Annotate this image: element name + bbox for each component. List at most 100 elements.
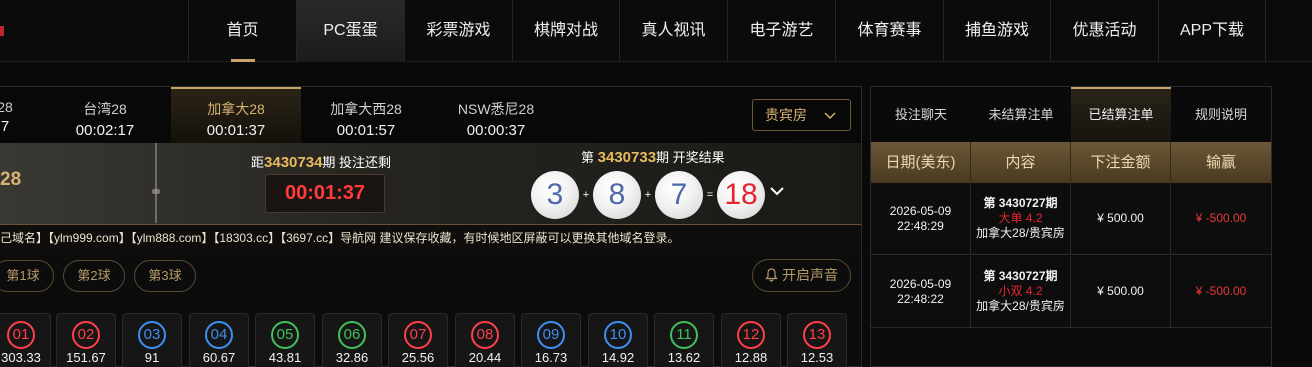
nav-chess[interactable]: 棋牌对战 — [512, 0, 619, 62]
cell-content: 第 3430727期 大单 4.2 加拿大28/贵宾房 — [971, 183, 1071, 254]
result-suffix: 期 开奖结果 — [656, 150, 725, 165]
number-ball: 11 — [670, 321, 698, 349]
cn-tower-icon — [150, 143, 162, 223]
room-select[interactable]: 贵宾房 — [752, 99, 851, 131]
number-ball: 05 — [271, 321, 299, 349]
cell-date: 2026-05-09 22:48:22 — [871, 256, 971, 327]
number-cell[interactable]: 02 151.67 — [56, 313, 116, 367]
number-ball: 06 — [338, 321, 366, 349]
main-nav: 首页 PC蛋蛋 彩票游戏 棋牌对战 真人视讯 电子游艺 体育赛事 捕鱼游戏 优惠… — [188, 0, 1266, 62]
ball-tab-3[interactable]: 第3球 — [134, 260, 196, 292]
number-cell[interactable]: 12 12.88 — [721, 313, 781, 367]
cell-amount: ¥ 500.00 — [1071, 183, 1171, 254]
result-prefix: 第 — [581, 150, 595, 165]
number-odds: 91 — [144, 350, 160, 365]
number-cell[interactable]: 01 303.33 — [0, 313, 51, 367]
lottery-tab-time: 00:01:37 — [206, 122, 266, 139]
plus-operator: + — [582, 189, 590, 201]
number-cell[interactable]: 06 32.86 — [322, 313, 382, 367]
nav-slots[interactable]: 电子游艺 — [727, 0, 835, 62]
room-select-value: 贵宾房 — [765, 107, 807, 123]
lottery-tab-prev[interactable]: 28 7 — [0, 87, 20, 143]
number-cell[interactable]: 03 91 — [122, 313, 182, 367]
number-cell[interactable]: 07 25.56 — [388, 313, 448, 367]
number-ball: 12 — [737, 321, 765, 349]
lottery-tab-name: 加拿大28 — [207, 101, 265, 117]
number-cell[interactable]: 05 43.81 — [255, 313, 315, 367]
nav-app-download[interactable]: APP下载 — [1158, 0, 1266, 62]
number-odds: 12.88 — [734, 350, 768, 365]
lottery-tab-taiwan28[interactable]: 台湾28 00:02:17 — [40, 87, 170, 143]
table-header: 日期(美东) 内容 下注金额 输赢 — [871, 142, 1271, 183]
countdown-prefix: 距 — [251, 155, 265, 170]
lottery-tab-time: 00:01:57 — [336, 122, 396, 139]
number-ball: 10 — [604, 321, 632, 349]
time-text: 22:48:29 — [897, 218, 944, 233]
result-ball: 8 — [593, 171, 641, 219]
tab-rules[interactable]: 规则说明 — [1171, 87, 1271, 142]
lottery-tab-nsw-sydney28[interactable]: NSW悉尼28 00:00:37 — [431, 87, 561, 143]
sound-toggle-button[interactable]: 开启声音 — [752, 259, 851, 292]
number-cell[interactable]: 08 20.44 — [455, 313, 515, 367]
number-odds: 32.86 — [335, 350, 369, 365]
number-ball: 13 — [803, 321, 831, 349]
draw-panel: 28 距3430734期 投注还剩 00:01:37 第 3430733期 开奖… — [0, 143, 861, 225]
room-text: 加拿大28/贵宾房 — [976, 226, 1065, 240]
countdown-label: 距3430734期 投注还剩 — [251, 152, 391, 171]
lottery-tab-canada-west28[interactable]: 加拿大西28 00:01:57 — [301, 87, 431, 143]
column-header-result: 输赢 — [1205, 154, 1236, 171]
ball-tab-2[interactable]: 第2球 — [63, 260, 125, 292]
betting-panel: 28 7 台湾28 00:02:17 加拿大28 00:01:37 加拿大西28… — [0, 86, 862, 367]
current-lottery-name: 28 — [0, 169, 22, 190]
records-tabs: 投注聊天 未结算注单 已结算注单 规则说明 — [871, 87, 1271, 142]
bell-icon — [765, 268, 778, 282]
countdown-suffix: 期 投注还剩 — [322, 155, 392, 170]
tab-unsettled-bets[interactable]: 未结算注单 — [971, 87, 1071, 142]
sound-button-label: 开启声音 — [782, 267, 838, 283]
ball-tab-1[interactable]: 第1球 — [0, 260, 54, 292]
countdown-timer: 00:01:37 — [265, 174, 385, 213]
time-text: 22:48:22 — [897, 291, 944, 306]
lottery-tab-name: 台湾28 — [83, 101, 127, 117]
lottery-tab-name: 28 — [0, 99, 13, 115]
number-odds: 60.67 — [202, 350, 236, 365]
nav-fishing[interactable]: 捕鱼游戏 — [943, 0, 1050, 62]
table-row: 2026-05-09 22:48:22 第 3430727期 小双 4.2 加拿大28… — [871, 256, 1271, 328]
number-cell[interactable]: 10 14.92 — [588, 313, 648, 367]
number-cell[interactable]: 09 16.73 — [521, 313, 581, 367]
nav-sports[interactable]: 体育赛事 — [835, 0, 943, 62]
number-cell[interactable]: 11 13.62 — [654, 313, 714, 367]
number-cell[interactable]: 04 60.67 — [189, 313, 249, 367]
nav-pc-egg[interactable]: PC蛋蛋 — [296, 0, 404, 62]
tab-bet-chat[interactable]: 投注聊天 — [871, 87, 971, 142]
number-ball: 03 — [138, 321, 166, 349]
nav-home[interactable]: 首页 — [188, 0, 296, 62]
cell-result: ¥ -500.00 — [1195, 211, 1247, 225]
number-ball: 01 — [7, 321, 35, 349]
countdown-issue: 3430734 — [264, 154, 323, 171]
nav-live-casino[interactable]: 真人视讯 — [619, 0, 727, 62]
result-ball: 7 — [655, 171, 703, 219]
cell-content: 第 3430727期 小双 4.2 加拿大28/贵宾房 — [971, 256, 1071, 327]
result-sum-ball: 18 — [717, 171, 765, 219]
lottery-tab-name: NSW悉尼28 — [457, 101, 535, 117]
nav-lottery[interactable]: 彩票游戏 — [404, 0, 512, 62]
number-odds: 43.81 — [268, 350, 302, 365]
number-odds: 13.62 — [667, 350, 701, 365]
plus-operator: + — [644, 189, 652, 201]
chevron-down-icon[interactable] — [769, 183, 785, 201]
number-ball: 02 — [72, 321, 100, 349]
lottery-tabs: 28 7 台湾28 00:02:17 加拿大28 00:01:37 加拿大西28… — [0, 87, 861, 143]
number-cell[interactable]: 13 12.53 — [787, 313, 847, 367]
number-ball: 04 — [205, 321, 233, 349]
table-row: 2026-05-09 22:48:29 第 3430727期 大单 4.2 加拿大28… — [871, 183, 1271, 255]
number-odds: 12.53 — [800, 350, 834, 365]
number-odds: 303.33 — [1, 350, 41, 365]
pick-text: 小双 4.2 — [998, 284, 1043, 298]
number-odds: 20.44 — [468, 350, 502, 365]
nav-promotions[interactable]: 优惠活动 — [1050, 0, 1158, 62]
tab-settled-bets[interactable]: 已结算注单 — [1071, 87, 1171, 142]
lottery-tab-canada28[interactable]: 加拿大28 00:01:37 — [171, 87, 301, 143]
cell-amount: ¥ 500.00 — [1071, 256, 1171, 327]
records-panel: 投注聊天 未结算注单 已结算注单 规则说明 日期(美东) 内容 下注金额 输赢 … — [870, 86, 1272, 367]
